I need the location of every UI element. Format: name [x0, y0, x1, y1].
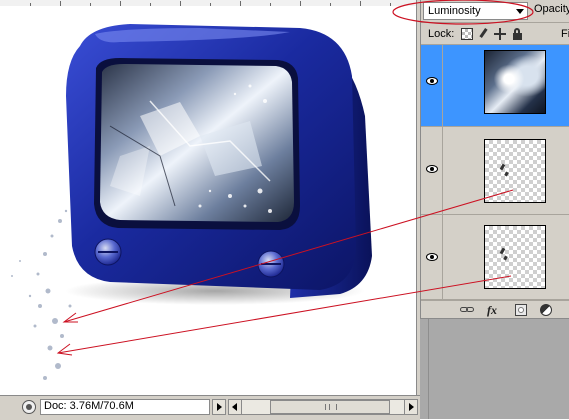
divider: [421, 22, 569, 23]
layer-row-2[interactable]: [421, 127, 569, 215]
chevron-down-icon[interactable]: [516, 9, 524, 14]
adjustment-layer-icon[interactable]: [540, 304, 552, 316]
eye-icon[interactable]: [426, 253, 438, 261]
status-bar: Doc: 3.76M/70.6M: [0, 395, 420, 420]
workspace-background: [420, 319, 569, 419]
layers-panel: Luminosity Opacity: Lock: Fill:: [420, 0, 569, 319]
status-menu-arrow-icon[interactable]: [212, 399, 226, 415]
divider: [428, 319, 429, 419]
fill-label: Fill:: [561, 28, 569, 40]
layer-row-1[interactable]: [421, 45, 569, 127]
layer-thumbnail[interactable]: [484, 225, 546, 289]
scroll-left-arrow-icon[interactable]: [228, 399, 242, 415]
splash-speck: [503, 255, 508, 261]
horizontal-scrollbar-thumb[interactable]: [270, 400, 390, 414]
layer-thumbnail[interactable]: [484, 50, 546, 114]
scroll-grip-icon: [325, 404, 337, 410]
link-layers-icon[interactable]: [460, 304, 476, 316]
visibility-cell[interactable]: [421, 45, 443, 126]
fx-layer-style-icon[interactable]: fx: [487, 304, 503, 316]
lock-all-icon[interactable]: [512, 28, 524, 40]
visibility-cell[interactable]: [421, 127, 443, 214]
layer-mask-icon[interactable]: [515, 304, 527, 316]
status-info-icon[interactable]: [22, 400, 36, 414]
eye-icon[interactable]: [426, 77, 438, 85]
blend-mode-select[interactable]: Luminosity: [423, 2, 528, 20]
lock-position-icon[interactable]: [494, 28, 506, 40]
doc-info-text: Doc: 3.76M/70.6M: [44, 400, 134, 412]
opacity-label: Opacity:: [534, 3, 569, 15]
lock-transparent-pixels-icon[interactable]: [461, 28, 473, 40]
blend-mode-value: Luminosity: [428, 5, 481, 17]
splash-speck: [499, 163, 506, 171]
lock-label: Lock:: [428, 28, 455, 40]
visibility-cell[interactable]: [421, 215, 443, 299]
scroll-right-arrow-icon[interactable]: [404, 399, 418, 415]
document-canvas[interactable]: [0, 6, 416, 395]
layers-panel-footer: fx: [421, 300, 569, 318]
splash-speck: [499, 247, 506, 255]
lock-image-pixels-icon[interactable]: [477, 28, 489, 40]
layer-thumbnail[interactable]: [484, 139, 546, 203]
eye-icon[interactable]: [426, 165, 438, 173]
tv-artwork: [11, 24, 372, 380]
layer-row-3[interactable]: [421, 215, 569, 300]
splash-speck: [504, 171, 509, 177]
